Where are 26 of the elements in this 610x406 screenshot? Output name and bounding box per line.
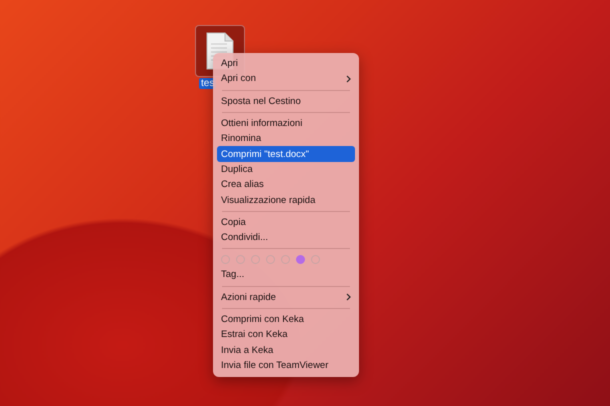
- menu-item[interactable]: Comprimi "test.docx": [217, 146, 355, 162]
- tag-dot[interactable]: [251, 255, 260, 264]
- menu-item[interactable]: Azioni rapide: [217, 290, 355, 305]
- menu-item[interactable]: Duplica: [217, 162, 355, 178]
- tag-dot[interactable]: [281, 255, 290, 264]
- menu-item[interactable]: Tag...: [217, 267, 355, 283]
- menu-item[interactable]: Visualizzazione rapida: [217, 192, 355, 208]
- menu-item[interactable]: Estrai con Keka: [217, 327, 355, 342]
- menu-item[interactable]: Crea alias: [217, 177, 355, 192]
- tag-dot[interactable]: [296, 255, 305, 264]
- tag-dot[interactable]: [311, 255, 320, 264]
- menu-item[interactable]: Rinomina: [217, 131, 355, 146]
- menu-item[interactable]: Invia file con TeamViewer: [217, 358, 355, 374]
- menu-item[interactable]: Apri: [217, 56, 355, 72]
- chevron-right-icon: [346, 74, 351, 83]
- menu-item[interactable]: Apri con: [217, 71, 355, 87]
- menu-item[interactable]: Ottieni informazioni: [217, 116, 355, 132]
- chevron-right-icon: [346, 293, 351, 302]
- menu-item[interactable]: Copia: [217, 214, 355, 230]
- tag-dot[interactable]: [221, 255, 230, 264]
- tag-dot[interactable]: [266, 255, 275, 264]
- menu-item[interactable]: Comprimi con Keka: [217, 312, 355, 328]
- menu-item[interactable]: Sposta nel Cestino: [217, 94, 355, 109]
- tag-dot[interactable]: [236, 255, 245, 264]
- menu-item[interactable]: Condividi...: [217, 230, 355, 246]
- menu-item[interactable]: Invia a Keka: [217, 342, 355, 358]
